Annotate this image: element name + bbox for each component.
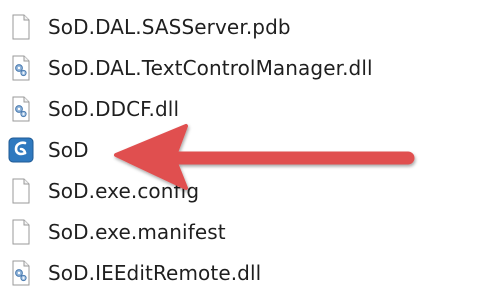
generic-file-icon [12, 14, 30, 39]
file-list: SoD.DAL.SASServer.pdb SoD.DAL.TextContro… [8, 6, 468, 293]
file-name: SoD.IEEditRemote.dll [48, 260, 262, 285]
dll-file-icon [12, 260, 30, 285]
file-name: SoD.DDCF.dll [48, 96, 180, 121]
sod-application-icon [8, 137, 34, 162]
file-row-ddcf-dll[interactable]: SoD.DDCF.dll [8, 88, 468, 129]
dll-file-icon [12, 96, 30, 121]
generic-file-icon [12, 178, 30, 203]
file-name: SoD.DAL.SASServer.pdb [48, 14, 291, 39]
file-row-ieeditremote-dll[interactable]: SoD.IEEditRemote.dll [8, 252, 468, 293]
file-name: SoD.DAL.TextControlManager.dll [48, 55, 373, 80]
file-row-sod-application[interactable]: SoD [8, 129, 468, 170]
file-name: SoD [48, 137, 89, 162]
file-row-exe-manifest[interactable]: SoD.exe.manifest [8, 211, 468, 252]
file-row-textcontrolmanager-dll[interactable]: SoD.DAL.TextControlManager.dll [8, 47, 468, 88]
generic-file-icon [12, 219, 30, 244]
file-row-exe-config[interactable]: SoD.exe.config [8, 170, 468, 211]
file-name: SoD.exe.manifest [48, 219, 226, 244]
file-name: SoD.exe.config [48, 178, 200, 203]
file-row-sasserver-pdb[interactable]: SoD.DAL.SASServer.pdb [8, 6, 468, 47]
dll-file-icon [12, 55, 30, 80]
